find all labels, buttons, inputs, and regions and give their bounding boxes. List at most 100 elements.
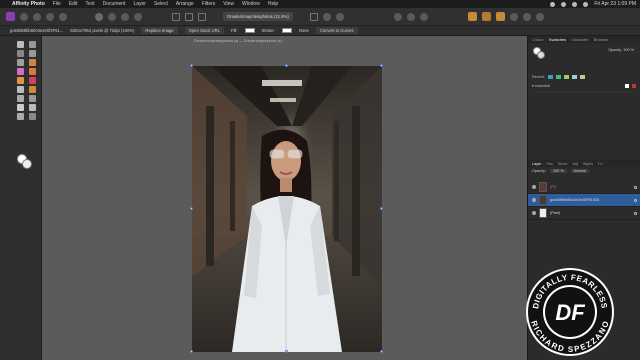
menu-document[interactable]: Document — [103, 1, 126, 7]
palette-select[interactable]: ▾ essential — [532, 83, 550, 88]
fill-swatch[interactable] — [244, 28, 255, 33]
assistant-icon[interactable] — [468, 12, 477, 21]
blemish-tool-icon[interactable] — [29, 86, 36, 93]
auto-contrast-icon[interactable] — [121, 12, 129, 21]
zoom-tool-icon[interactable] — [29, 113, 36, 120]
menu-layer[interactable]: Layer — [133, 1, 146, 7]
menu-select[interactable]: Select — [154, 1, 168, 7]
auto-levels-icon[interactable] — [108, 12, 116, 21]
snapping-icon[interactable] — [336, 12, 344, 21]
pen-tool-icon[interactable] — [17, 95, 24, 102]
layer-row[interactable]: (Pixel) — [528, 207, 640, 220]
macro-icon[interactable] — [496, 12, 505, 21]
develop-persona-icon[interactable] — [33, 12, 41, 21]
recent-swatch[interactable] — [572, 75, 578, 79]
studio-icon[interactable] — [482, 12, 491, 21]
recent-swatch[interactable] — [564, 75, 570, 79]
secondary-colour[interactable] — [22, 159, 32, 169]
flood-select-icon[interactable] — [17, 59, 24, 66]
share-icon[interactable] — [536, 12, 544, 21]
palette-swatch-red[interactable] — [632, 83, 636, 88]
menu-text[interactable]: Text — [85, 1, 94, 7]
dodge-brush-icon[interactable] — [29, 77, 36, 84]
replace-image-button[interactable]: Replace Image — [141, 27, 178, 34]
control-center-icon[interactable] — [583, 1, 589, 7]
swatch-opacity-value[interactable]: 100 % — [623, 48, 634, 52]
status-icon[interactable] — [561, 1, 567, 7]
view-tool-icon[interactable] — [29, 41, 36, 48]
zoom-icon[interactable] — [523, 12, 531, 21]
layer-check-icon[interactable] — [634, 198, 637, 202]
view-mode-icon[interactable] — [95, 12, 103, 21]
visibility-icon[interactable] — [532, 185, 536, 189]
layer-check-icon[interactable] — [634, 185, 637, 189]
align-icon[interactable] — [407, 12, 415, 21]
palette-swatch-white[interactable] — [625, 83, 629, 88]
document-title[interactable]: Drealernmaynteinphotos (21.8%) — [223, 12, 293, 21]
colour-well[interactable] — [17, 154, 33, 170]
tab-swatches[interactable]: Swatches — [549, 37, 566, 42]
crop-tool-icon[interactable] — [17, 50, 24, 57]
selection-handle-bottom-right[interactable] — [380, 350, 383, 353]
tab-layers[interactable]: Layer — [532, 162, 542, 166]
tab-colour[interactable]: Colour — [532, 37, 544, 42]
selection-handle-bottom[interactable] — [285, 350, 288, 353]
erase-brush-icon[interactable] — [17, 77, 24, 84]
recent-swatch[interactable] — [548, 75, 554, 79]
selection-handle-top-right[interactable] — [380, 64, 383, 67]
open-stock-url-button[interactable]: Open Stock URL — [184, 27, 225, 34]
placed-photo[interactable] — [192, 66, 382, 352]
tab-effects[interactable]: Fex — [547, 162, 553, 166]
stroke-swatch[interactable] — [281, 28, 292, 33]
menu-file[interactable]: File — [53, 1, 61, 7]
convert-to-curves-button[interactable]: Convert to Curves — [315, 27, 358, 34]
blend-mode-select[interactable]: Normal — [570, 169, 589, 173]
tab-brushes[interactable]: Brushes — [594, 37, 609, 42]
visibility-icon[interactable] — [532, 198, 536, 202]
tone-mapping-persona-icon[interactable] — [46, 12, 54, 21]
move-tool-icon[interactable] — [17, 41, 24, 48]
menu-window[interactable]: Window — [242, 1, 260, 7]
status-icon[interactable] — [550, 1, 556, 7]
paint-brush-icon[interactable] — [29, 59, 36, 66]
selection-handle-top[interactable] — [285, 64, 288, 67]
auto-colour-icon[interactable] — [134, 12, 142, 21]
export-persona-icon[interactable] — [59, 12, 67, 21]
gradient-tool-icon[interactable] — [17, 113, 24, 120]
recent-swatch[interactable] — [580, 75, 586, 79]
selection-brush-icon[interactable] — [29, 50, 36, 57]
menu-help[interactable]: Help — [268, 1, 278, 7]
app-name-menu[interactable]: Affinity Photo — [12, 1, 45, 7]
menu-filters[interactable]: Filters — [202, 1, 216, 7]
selection-handle-left[interactable] — [190, 207, 193, 210]
menu-view[interactable]: View — [223, 1, 234, 7]
selection-add-icon[interactable] — [185, 12, 193, 21]
menu-edit[interactable]: Edit — [69, 1, 78, 7]
node-tool-icon[interactable] — [29, 95, 36, 102]
liquify-persona-icon[interactable] — [20, 12, 28, 21]
layer-row-selected[interactable]: gos5689bb60c6e2e0f3F51926 — [528, 194, 640, 207]
tab-stock[interactable]: Stock — [558, 162, 568, 166]
menu-arrange[interactable]: Arrange — [176, 1, 194, 7]
layer-opacity-value[interactable]: 100 % — [549, 169, 567, 173]
visibility-icon[interactable] — [532, 211, 536, 215]
selection-handle-right[interactable] — [380, 207, 383, 210]
selection-mode-icon[interactable] — [172, 12, 180, 21]
photo-persona-icon[interactable] — [6, 12, 15, 21]
swatch-colour-well[interactable] — [533, 47, 545, 59]
selection-handle-top-left[interactable] — [190, 64, 193, 67]
quick-mask-icon[interactable] — [310, 12, 318, 21]
colour-picker-icon[interactable] — [17, 68, 24, 75]
tab-styles[interactable]: Styles — [583, 162, 593, 166]
fill-tool-icon[interactable] — [29, 68, 36, 75]
clone-brush-icon[interactable] — [17, 86, 24, 93]
tab-adjustments[interactable]: Adj — [572, 162, 578, 166]
transform-icon[interactable] — [420, 12, 428, 21]
selection-handle-bottom-left[interactable] — [190, 350, 193, 353]
shape-tool-icon[interactable] — [17, 104, 24, 111]
recent-swatch[interactable] — [556, 75, 562, 79]
view-icon[interactable] — [510, 12, 518, 21]
canvas-area[interactable]: Drealernmaynteinphotos (s) — Drealertnay… — [42, 36, 527, 360]
text-tool-icon[interactable] — [29, 104, 36, 111]
refine-icon[interactable] — [323, 12, 331, 21]
